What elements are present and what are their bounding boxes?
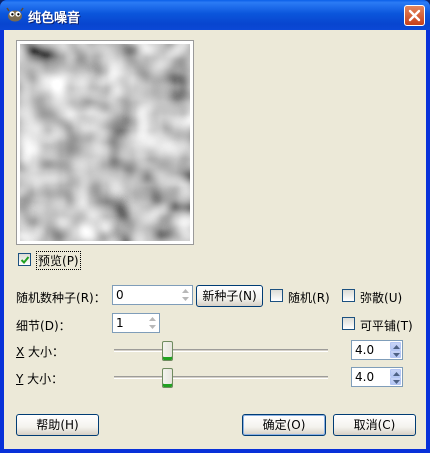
help-button[interactable]: 帮助(H) [16, 414, 99, 436]
seed-down-arrow-icon[interactable] [180, 295, 191, 303]
close-button[interactable] [404, 5, 425, 26]
cancel-button[interactable]: 取消(C) [333, 414, 416, 436]
preview-checkbox[interactable] [18, 253, 31, 266]
seed-up-arrow-icon[interactable] [180, 287, 191, 295]
detail-label: 细节(D)： [16, 319, 71, 333]
detail-spinbox[interactable]: 1 [112, 313, 160, 333]
tileable-checkbox[interactable] [342, 317, 355, 330]
window-title: 纯色噪音 [28, 11, 81, 26]
dialog-window: 纯色噪音 预览(P) 随机数种子(R)： 0 新种子(N) 随机(R) 弥散(U… [0, 0, 430, 453]
tileable-label[interactable]: 可平铺(T) [360, 317, 413, 334]
seed-label: 随机数种子(R)： [16, 291, 106, 305]
title-bar[interactable]: 纯色噪音 [0, 0, 430, 30]
y-size-slider-track[interactable] [114, 376, 328, 379]
gimp-icon [6, 7, 24, 23]
y-size-up-arrow-icon[interactable] [390, 369, 401, 377]
x-size-slider-handle[interactable] [162, 341, 173, 361]
turbulent-label[interactable]: 弥散(U) [360, 289, 402, 306]
detail-up-arrow-icon[interactable] [147, 315, 158, 323]
seed-value: 0 [116, 288, 124, 302]
random-checkbox[interactable] [270, 289, 283, 302]
x-size-down-arrow-icon[interactable] [390, 350, 401, 358]
x-size-up-arrow-icon[interactable] [390, 342, 401, 350]
y-size-slider-handle[interactable] [162, 368, 173, 388]
y-size-down-arrow-icon[interactable] [390, 377, 401, 385]
seed-spinbox[interactable]: 0 [112, 285, 193, 305]
checkmark-icon [20, 256, 30, 264]
noise-preview-image [20, 44, 190, 241]
x-size-slider-track[interactable] [114, 349, 328, 352]
preview-area[interactable] [16, 40, 194, 245]
preview-label[interactable]: 预览(P) [36, 251, 81, 270]
close-icon [408, 9, 421, 22]
detail-value: 1 [116, 316, 124, 330]
x-size-spinbox[interactable]: 4.0 [351, 340, 403, 360]
ok-button[interactable]: 确定(O) [242, 414, 326, 436]
new-seed-button[interactable]: 新种子(N) [196, 285, 263, 307]
turbulent-checkbox[interactable] [342, 289, 355, 302]
random-label[interactable]: 随机(R) [288, 289, 330, 306]
dialog-body: 预览(P) 随机数种子(R)： 0 新种子(N) 随机(R) 弥散(U) 细节(… [4, 30, 426, 449]
y-size-label: Y 大小： [16, 372, 64, 386]
detail-down-arrow-icon[interactable] [147, 323, 158, 331]
x-size-value: 4.0 [355, 343, 375, 357]
x-size-label: X 大小： [16, 345, 65, 359]
y-size-spinbox[interactable]: 4.0 [351, 367, 403, 387]
y-size-value: 4.0 [355, 370, 375, 384]
